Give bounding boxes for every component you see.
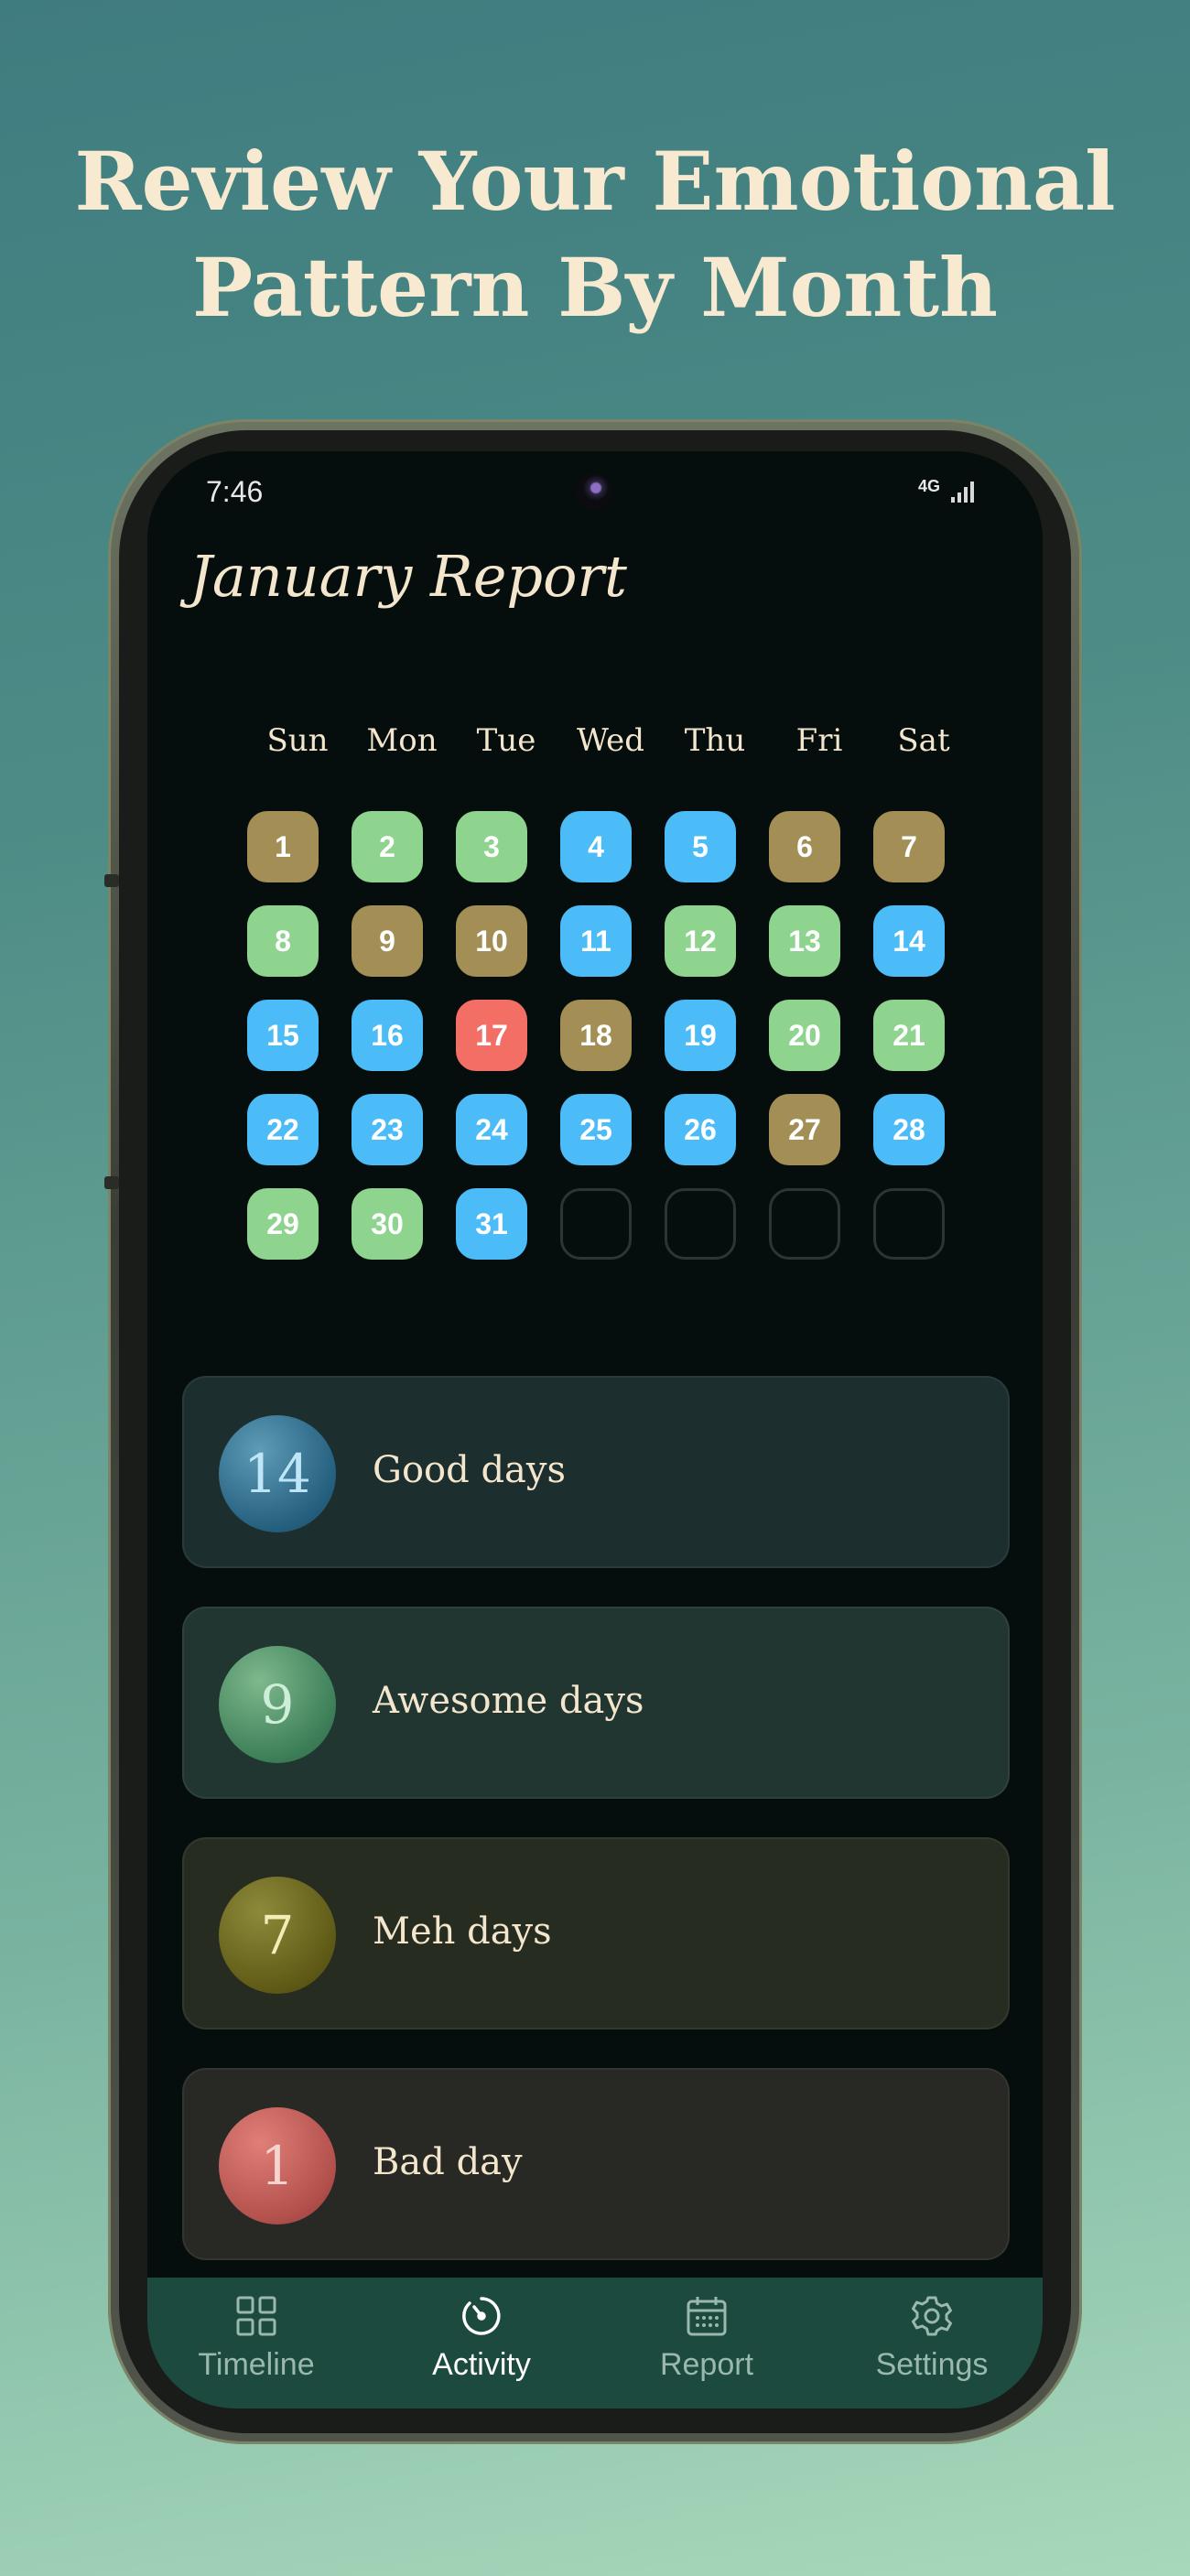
summary-label: Meh days [373,1910,552,1953]
calendar-day-9[interactable]: 9 [352,905,423,977]
bottom-navigation: Timeline Activity Report Settings [147,2278,1043,2408]
network-indicator: 4G [918,477,941,495]
summary-card-awesome[interactable]: 9 Awesome days [182,1607,1010,1799]
grid-icon [234,2294,278,2338]
calendar-day-7[interactable]: 7 [873,811,945,882]
nav-item-timeline[interactable]: Timeline [165,2294,348,2383]
calendar-day-5[interactable]: 5 [665,811,736,882]
calendar-day-23[interactable]: 23 [352,1094,423,1165]
calendar-day-20[interactable]: 20 [769,1000,840,1071]
phone-side-button [104,1176,119,1189]
calendar-day-17[interactable]: 17 [456,1000,527,1071]
calendar-empty-cell [769,1188,840,1260]
nav-item-activity[interactable]: Activity [390,2294,573,2383]
calendar-day-31[interactable]: 31 [456,1188,527,1260]
status-bar: 7:46 4G [147,451,1043,534]
calendar-day-11[interactable]: 11 [560,905,632,977]
calendar-day-1[interactable]: 1 [247,811,319,882]
calendar-icon [685,2294,729,2338]
calendar-day-30[interactable]: 30 [352,1188,423,1260]
nav-label: Timeline [198,2347,315,2382]
calendar-day-29[interactable]: 29 [247,1188,319,1260]
calendar-day-14[interactable]: 14 [873,905,945,977]
summary-label: Awesome days [373,1680,644,1722]
weekday-label: Sun [266,722,329,759]
count-badge: 14 [219,1415,336,1532]
calendar-day-28[interactable]: 28 [873,1094,945,1165]
calendar-day-24[interactable]: 24 [456,1094,527,1165]
summary-label: Bad day [373,2141,523,2183]
nav-label: Report [659,2347,754,2382]
calendar-empty-cell [560,1188,632,1260]
signal-icon [951,481,979,503]
calendar-day-12[interactable]: 12 [665,905,736,977]
calendar-day-27[interactable]: 27 [769,1094,840,1165]
headline-line-2: Pattern By Month [192,240,998,335]
calendar-day-25[interactable]: 25 [560,1094,632,1165]
nav-item-settings[interactable]: Settings [840,2294,1023,2383]
calendar-day-15[interactable]: 15 [247,1000,319,1071]
summary-card-bad[interactable]: 1 Bad day [182,2068,1010,2260]
summary-label: Good days [373,1449,567,1491]
calendar-day-21[interactable]: 21 [873,1000,945,1071]
nav-item-report[interactable]: Report [615,2294,798,2383]
status-time: 7:46 [206,475,264,508]
gauge-icon [460,2294,503,2338]
calendar-day-19[interactable]: 19 [665,1000,736,1071]
weekday-label: Sat [897,722,950,759]
promo-headline: Review Your Emotional Pattern By Month [0,128,1190,341]
summary-card-good[interactable]: 14 Good days [182,1376,1010,1568]
weekday-label: Thu [684,722,746,759]
weekday-label: Fri [795,722,843,759]
count-badge: 9 [219,1646,336,1763]
calendar-empty-cell [873,1188,945,1260]
calendar-empty-cell [665,1188,736,1260]
calendar-day-3[interactable]: 3 [456,811,527,882]
phone-side-button [104,874,119,887]
weekday-label: Tue [476,722,536,759]
calendar-day-13[interactable]: 13 [769,905,840,977]
weekday-label: Mon [366,722,438,759]
weekday-header: Sun Mon Tue Wed Thu Fri Sat [239,722,971,768]
calendar-day-18[interactable]: 18 [560,1000,632,1071]
count-badge: 1 [219,2107,336,2224]
summary-card-meh[interactable]: 7 Meh days [182,1837,1010,2029]
headline-line-1: Review Your Emotional [74,134,1116,229]
gear-icon [910,2294,954,2338]
nav-label: Settings [875,2347,989,2382]
camera-icon [576,473,612,510]
nav-label: Activity [432,2347,531,2382]
report-title: January Report [189,543,627,610]
calendar-day-26[interactable]: 26 [665,1094,736,1165]
calendar-day-6[interactable]: 6 [769,811,840,882]
count-badge: 7 [219,1877,336,1994]
weekday-label: Wed [576,722,645,759]
calendar-day-10[interactable]: 10 [456,905,527,977]
calendar-day-16[interactable]: 16 [352,1000,423,1071]
calendar-day-22[interactable]: 22 [247,1094,319,1165]
calendar-day-4[interactable]: 4 [560,811,632,882]
calendar-day-8[interactable]: 8 [247,905,319,977]
app-screen: 7:46 4G January Report Sun Mon Tue Wed Thu Fr… [147,451,1043,2408]
calendar-day-2[interactable]: 2 [352,811,423,882]
